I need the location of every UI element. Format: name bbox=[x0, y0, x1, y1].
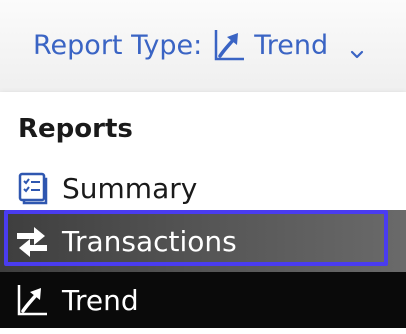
transactions-icon bbox=[14, 223, 50, 259]
trend-icon bbox=[14, 282, 50, 318]
report-type-select[interactable]: Report Type: Trend bbox=[0, 0, 406, 92]
summary-icon bbox=[14, 170, 50, 206]
menu-group-heading: Reports bbox=[18, 114, 133, 144]
report-type-select-content[interactable]: Report Type: Trend bbox=[33, 24, 364, 66]
report-type-dropdown: Report Type: Trend Reports Summary Trans… bbox=[0, 0, 406, 334]
menu-item-label: Transactions bbox=[62, 224, 237, 258]
report-type-value: Trend bbox=[254, 29, 329, 61]
chevron-down-icon bbox=[350, 38, 364, 59]
menu-bottom-edge bbox=[0, 328, 406, 334]
menu-item-label: Summary bbox=[62, 171, 198, 205]
menu-item-transactions[interactable]: Transactions bbox=[0, 210, 406, 272]
menu-item-summary[interactable]: Summary bbox=[0, 166, 406, 210]
trend-icon bbox=[210, 26, 248, 64]
menu-item-label: Trend bbox=[62, 283, 139, 317]
menu-item-trend[interactable]: Trend bbox=[0, 272, 406, 328]
report-type-label: Report Type: bbox=[33, 29, 203, 61]
